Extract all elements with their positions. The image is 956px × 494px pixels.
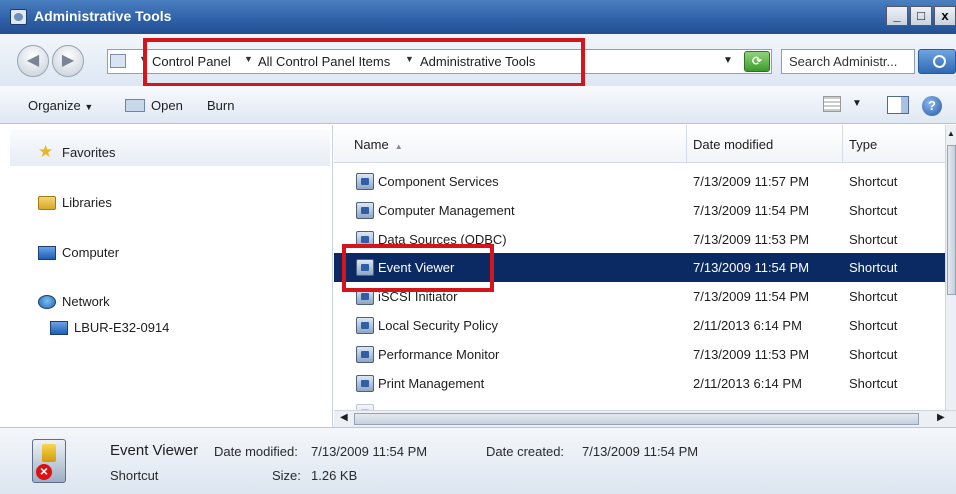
scroll-left-icon[interactable]: ◀ [340,412,348,423]
nav-item-libraries[interactable]: Libraries [38,195,112,210]
window-title: Administrative Tools [34,8,172,24]
sort-arrow-icon: ▲ [394,142,403,151]
column-header-date-modified[interactable]: Date modified [687,125,843,163]
window-controls: _ □ x [886,6,956,26]
nav-item-network-computer[interactable]: LBUR-E32-0914 [50,320,169,335]
file-type: Shortcut [849,318,898,333]
file-name: Local Security Policy [378,318,498,333]
details-date-created: 7/13/2009 11:54 PM [582,444,699,459]
help-icon[interactable]: ? [922,96,942,116]
column-header-row: Name ▲ Date modified Type [334,125,946,163]
administrative-tools-icon [10,9,27,25]
search-icon[interactable] [918,49,956,74]
horizontal-scrollbar[interactable]: ◀ ▶ [334,410,956,427]
nav-item-label: Computer [62,245,120,260]
column-header-name[interactable]: Name ▲ [334,125,687,163]
open-button[interactable]: Open [151,98,183,113]
details-size-label: Size: [272,468,301,483]
column-label: Name [354,137,389,152]
organize-label: Organize [28,98,81,113]
table-row[interactable]: Performance Monitor 7/13/2009 11:53 PM S… [334,340,946,369]
details-pane: Event Viewer Date modified: 7/13/2009 11… [0,427,956,494]
organize-menu[interactable]: Organize ▼ [28,98,93,113]
scroll-up-icon[interactable]: ▲ [947,129,955,138]
file-type: Shortcut [849,376,898,391]
burn-button[interactable]: Burn [207,98,234,113]
title-bar[interactable]: Administrative Tools _ □ x [0,0,956,34]
file-name: Computer Management [378,203,515,218]
component-services-icon [356,173,374,190]
details-date-created-label: Date created: [486,444,565,459]
network-icon [38,294,56,309]
details-size: 1.26 KB [311,468,358,483]
minimize-button[interactable]: _ [886,6,908,26]
file-type: Shortcut [849,174,898,189]
chevron-down-icon: ▼ [84,102,94,112]
file-date: 2/11/2013 6:14 PM [693,318,802,333]
nav-item-favorites[interactable]: ★ Favorites [38,143,115,161]
file-name: Print Management [378,376,485,391]
table-row[interactable]: Component Services 7/13/2009 11:57 PM Sh… [334,167,946,196]
computer-icon [38,245,56,260]
vertical-scrollbar[interactable]: ▲ [945,125,956,411]
file-type: Shortcut [849,232,898,247]
file-date: 7/13/2009 11:54 PM [693,289,810,304]
open-icon[interactable] [125,99,145,112]
table-row[interactable]: Local Security Policy 2/11/2013 6:14 PM … [334,311,946,340]
file-date: 2/11/2013 6:14 PM [693,376,802,391]
details-kind: Shortcut [110,468,159,483]
table-row[interactable]: Print Management 2/11/2013 6:14 PM Short… [334,369,946,398]
computer-icon [50,320,68,335]
file-date: 7/13/2009 11:53 PM [693,347,810,362]
horizontal-scroll-thumb[interactable] [354,413,919,425]
refresh-button[interactable]: ⟳ [744,51,770,72]
nav-item-label: Favorites [62,144,116,160]
nav-item-network[interactable]: Network [38,294,110,309]
file-type: Shortcut [849,203,898,218]
nav-item-computer[interactable]: Computer [38,245,119,260]
address-dropdown-icon[interactable]: ▼ [723,55,733,66]
file-date: 7/13/2009 11:54 PM [693,260,810,275]
change-view-icon[interactable] [823,96,841,112]
file-name: Performance Monitor [378,347,500,362]
file-date: 7/13/2009 11:53 PM [693,232,810,247]
nav-item-label: Network [62,294,110,309]
local-security-policy-icon [356,317,374,334]
event-viewer-large-icon [32,439,66,483]
maximize-button[interactable]: □ [910,6,932,26]
file-date: 7/13/2009 11:54 PM [693,203,810,218]
control-panel-icon [110,54,126,68]
libraries-icon [38,195,56,210]
file-date: 7/13/2009 11:57 PM [693,174,810,189]
computer-management-icon [356,202,374,219]
file-type: Shortcut [849,260,898,275]
performance-monitor-icon [356,346,374,363]
details-name: Event Viewer [110,442,199,459]
close-button[interactable]: x [934,6,956,26]
column-header-type[interactable]: Type [843,125,946,163]
vertical-scroll-thumb[interactable] [947,145,956,295]
forward-button[interactable]: ▶ [52,45,84,77]
file-type: Shortcut [849,289,898,304]
navigation-pane: ★ Favorites Libraries Computer Network L… [0,125,333,427]
star-icon: ★ [38,142,54,161]
file-name: Component Services [378,174,499,189]
table-row[interactable]: Computer Management 7/13/2009 11:54 PM S… [334,196,946,225]
file-type: Shortcut [849,347,898,362]
nav-item-label: Libraries [62,195,112,210]
nav-item-label: LBUR-E32-0914 [74,320,170,335]
back-button[interactable]: ◀ [17,45,49,77]
details-date-modified: 7/13/2009 11:54 PM [311,444,428,459]
scroll-right-icon[interactable]: ▶ [937,412,945,423]
details-date-modified-label: Date modified: [214,444,298,459]
address-highlight-annotation [143,38,585,87]
search-input[interactable]: Search Administr... [781,49,915,74]
view-options-chevron-icon[interactable]: ▼ [852,98,862,109]
command-toolbar: Organize ▼ Open Burn ▼ ? [0,86,956,124]
print-management-icon [356,375,374,392]
event-viewer-highlight-annotation [342,244,494,292]
preview-pane-icon[interactable] [887,96,909,114]
